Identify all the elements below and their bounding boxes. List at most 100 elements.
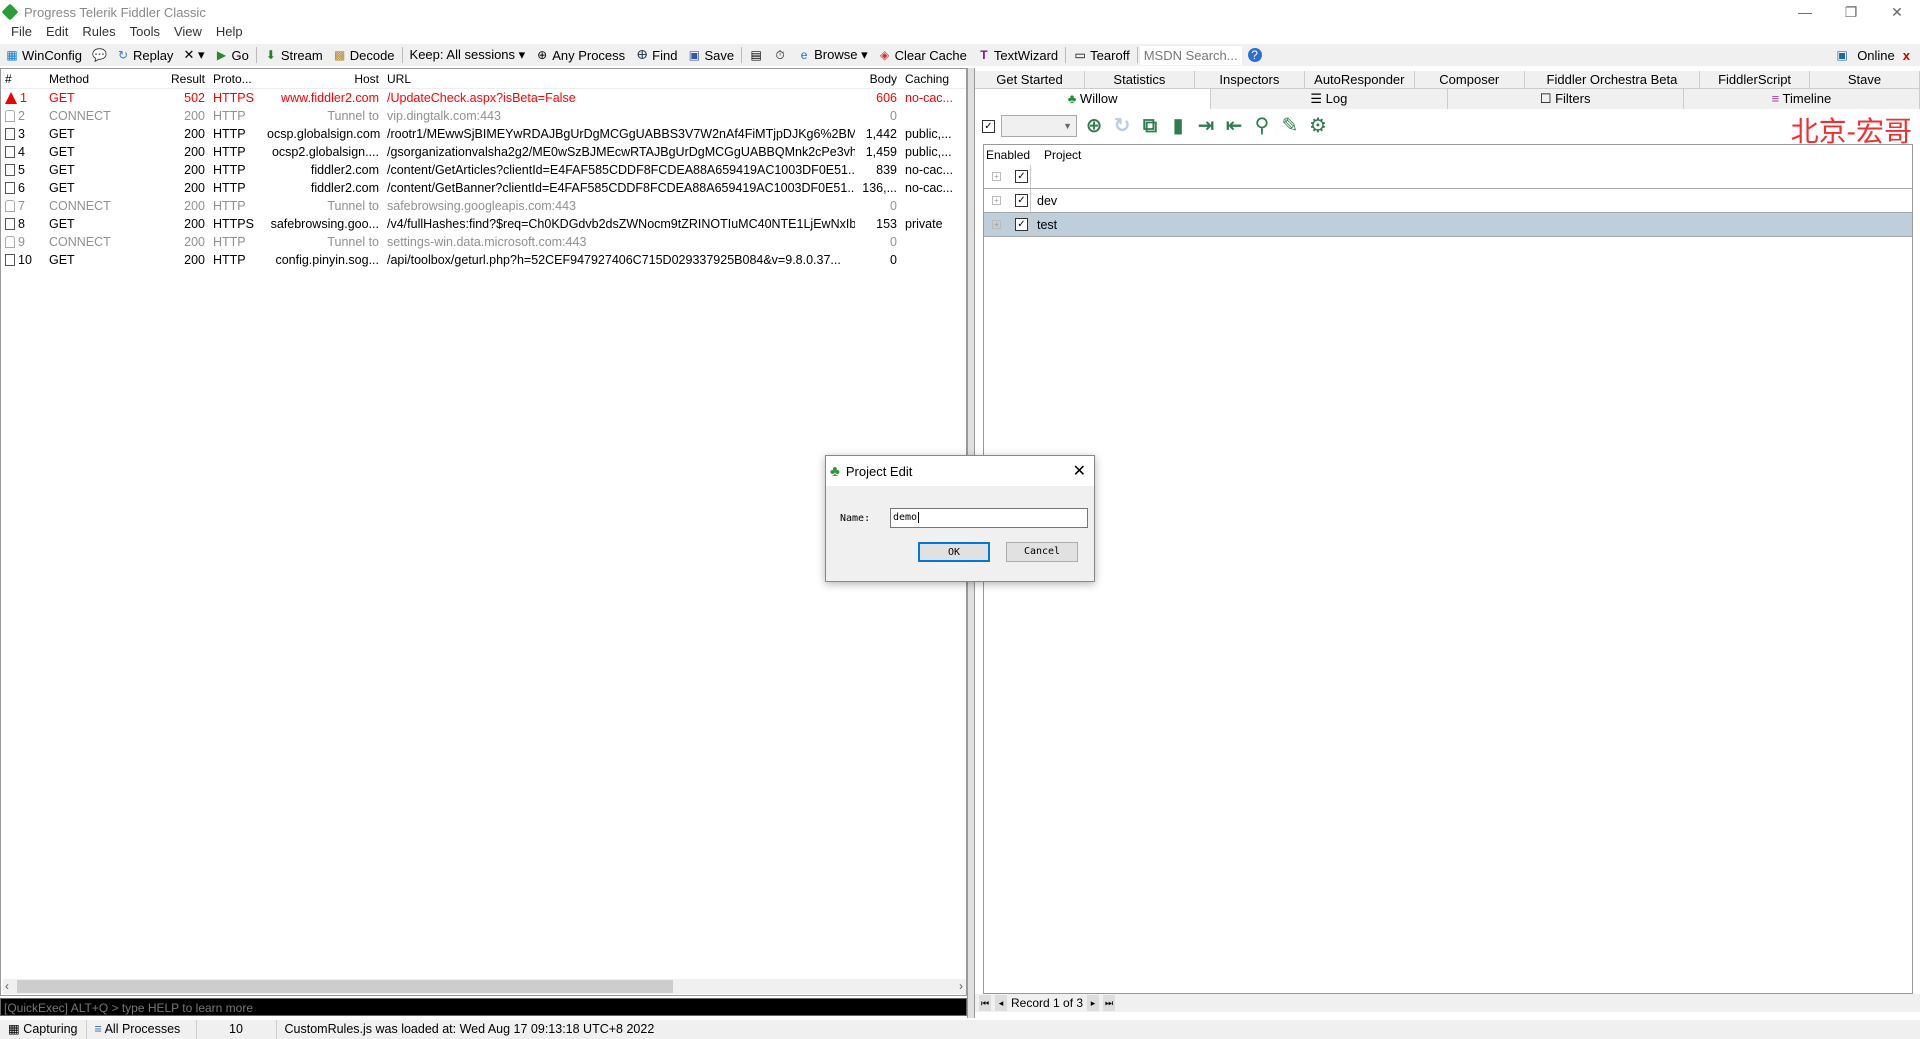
quickexec-input[interactable]: [QuickExec] ALT+Q > type HELP to learn m…: [0, 998, 967, 1016]
screenshot-button[interactable]: ▤: [744, 48, 768, 62]
session-row[interactable]: 7 CONNECT 200 HTTP Tunnel to safebrowsing.goo…: [1, 197, 966, 215]
first-record-button[interactable]: ⏮: [979, 995, 991, 1011]
delete-icon[interactable]: ▮: [1167, 115, 1189, 137]
tab-timeline[interactable]: ≡ Timeline: [1684, 89, 1920, 109]
session-result: 200: [184, 181, 205, 195]
menu-rules[interactable]: Rules: [75, 24, 122, 42]
project-enabled-checkbox[interactable]: ✓: [1015, 194, 1028, 207]
session-row[interactable]: 8 GET 200 HTTPS safebrowsing.goo... /v4/fullH…: [1, 215, 966, 233]
export-icon[interactable]: ⇥: [1195, 115, 1217, 137]
replay-button[interactable]: ↻ Replay: [111, 48, 178, 63]
session-row[interactable]: 6 GET 200 HTTP fiddler2.com/content/GetBanne…: [1, 179, 966, 197]
process-filter[interactable]: ≡ All Processes: [87, 1020, 197, 1039]
session-caching: no-cac...: [905, 181, 953, 195]
globe-icon[interactable]: ⊕: [1083, 115, 1105, 137]
col-host[interactable]: Host: [263, 72, 383, 86]
expand-icon[interactable]: +: [992, 196, 1001, 205]
prev-record-button[interactable]: ◂: [995, 995, 1007, 1011]
tab-log[interactable]: ☰ Log: [1211, 89, 1448, 109]
session-row[interactable]: 2 CONNECT 200 HTTP Tunnel to vip.dingtalk.com…: [1, 107, 966, 125]
tab-fiddler-orchestra[interactable]: Fiddler Orchestra Beta: [1525, 71, 1701, 88]
tab-filters[interactable]: ☐ Filters: [1448, 89, 1684, 109]
find-button[interactable]: ⴲ Find: [630, 48, 682, 63]
crosshair-icon: ⊕: [537, 48, 548, 62]
menu-view[interactable]: View: [167, 24, 209, 42]
menu-help[interactable]: Help: [209, 24, 250, 42]
project-enabled-checkbox[interactable]: ✓: [1015, 170, 1028, 183]
top-tabs: Get Started Statistics Inspectors AutoRe…: [975, 71, 1920, 89]
maximize-button[interactable]: ❐: [1828, 0, 1874, 24]
import-icon[interactable]: ⇤: [1223, 115, 1245, 137]
horizontal-scrollbar[interactable]: ‹ ›: [3, 979, 966, 994]
document-icon: [5, 164, 15, 176]
settings-gear-icon[interactable]: ⚙: [1307, 115, 1329, 137]
col-enabled[interactable]: Enabled: [984, 148, 1042, 162]
close-button[interactable]: ✕: [1874, 0, 1920, 24]
col-id[interactable]: #: [1, 72, 45, 86]
comment-button[interactable]: 💬: [87, 48, 111, 62]
col-result[interactable]: Result: [157, 72, 209, 86]
col-protocol[interactable]: Proto...: [209, 72, 263, 86]
cancel-button[interactable]: Cancel: [1006, 542, 1078, 562]
edit-icon[interactable]: ✎: [1279, 115, 1301, 137]
last-record-button[interactable]: ⏭: [1103, 995, 1116, 1011]
menu-tools[interactable]: Tools: [123, 24, 167, 42]
session-row[interactable]: 1 GET 502 HTTPS www.fiddler2.com/UpdateCheck…: [1, 89, 966, 107]
clear-cache-button[interactable]: ◈ Clear Cache: [873, 48, 972, 63]
ok-button[interactable]: OK: [918, 542, 990, 562]
go-button[interactable]: ▶ Go: [209, 48, 253, 63]
project-row[interactable]: + ✓ test: [984, 213, 1912, 237]
stream-button[interactable]: ⬇ Stream: [259, 48, 328, 63]
tab-get-started[interactable]: Get Started: [975, 71, 1085, 88]
keep-sessions-dropdown[interactable]: Keep: All sessions ▾: [405, 47, 531, 63]
menu-edit[interactable]: Edit: [39, 24, 75, 42]
msdn-search-input[interactable]: MSDN Search...: [1139, 45, 1242, 65]
textwizard-button[interactable]: T TextWizard: [972, 48, 1063, 63]
session-proto: HTTP: [213, 163, 246, 177]
help-icon[interactable]: ?: [1247, 48, 1262, 62]
menu-file[interactable]: File: [4, 24, 39, 42]
search-icon[interactable]: ⚲: [1251, 115, 1273, 137]
session-proto: HTTP: [213, 145, 246, 159]
decode-button[interactable]: ▩ Decode: [328, 48, 400, 63]
save-button[interactable]: ▣ Save: [682, 48, 739, 63]
add-icon[interactable]: ⧉: [1139, 115, 1161, 137]
project-dropdown[interactable]: ▼: [1001, 115, 1077, 137]
minimize-button[interactable]: —: [1782, 0, 1828, 24]
project-enabled-checkbox[interactable]: ✓: [1015, 218, 1028, 231]
col-project[interactable]: Project: [1042, 148, 1912, 162]
col-body[interactable]: Body: [855, 72, 901, 86]
enable-checkbox[interactable]: ✓: [982, 119, 995, 133]
dialog-close-icon[interactable]: ✕: [1073, 461, 1086, 481]
session-row[interactable]: 9 CONNECT 200 HTTP Tunnel to settings-win.dat…: [1, 233, 966, 251]
close-online-icon[interactable]: x: [1903, 48, 1910, 63]
timer-button[interactable]: ⏱: [768, 48, 792, 62]
winconfig-button[interactable]: ▦ WinConfig: [0, 48, 87, 63]
remove-button[interactable]: ✕ ▾: [178, 47, 209, 63]
tab-fiddlerscript[interactable]: FiddlerScript: [1700, 71, 1811, 88]
capturing-toggle[interactable]: ▦ Capturing: [0, 1020, 87, 1039]
tearoff-button[interactable]: ▭ Tearoff: [1068, 48, 1135, 63]
next-record-button[interactable]: ▸: [1087, 995, 1100, 1011]
col-caching[interactable]: Caching: [901, 72, 957, 86]
tab-inspectors[interactable]: Inspectors: [1195, 71, 1305, 88]
tab-autoresponder[interactable]: AutoResponder: [1305, 71, 1415, 88]
name-input[interactable]: demo: [890, 508, 1088, 528]
col-method[interactable]: Method: [45, 72, 157, 86]
tab-willow[interactable]: ♣ Willow: [975, 89, 1212, 109]
session-row[interactable]: 4 GET 200 HTTP ocsp2.globalsign.... /gsorgani…: [1, 143, 966, 161]
col-url[interactable]: URL: [383, 72, 855, 86]
browse-button[interactable]: e Browse ▾: [792, 47, 873, 63]
project-row[interactable]: + ✓: [984, 165, 1912, 189]
tab-stave[interactable]: Stave: [1810, 71, 1920, 88]
tab-statistics[interactable]: Statistics: [1085, 71, 1195, 88]
any-process-button[interactable]: ⊕ Any Process: [530, 48, 630, 63]
session-row[interactable]: 3 GET 200 HTTP ocsp.globalsign.com/rootr1/ME…: [1, 125, 966, 143]
expand-icon[interactable]: +: [992, 172, 1001, 181]
project-row[interactable]: + ✓ dev: [984, 189, 1912, 213]
refresh-icon[interactable]: ↻: [1111, 115, 1133, 137]
expand-icon[interactable]: +: [992, 220, 1001, 229]
tab-composer[interactable]: Composer: [1415, 71, 1525, 88]
session-row[interactable]: 5 GET 200 HTTP fiddler2.com/content/GetArtic…: [1, 161, 966, 179]
session-row[interactable]: 10 GET 200 HTTP config.pinyin.sog... /api/too…: [1, 251, 966, 269]
